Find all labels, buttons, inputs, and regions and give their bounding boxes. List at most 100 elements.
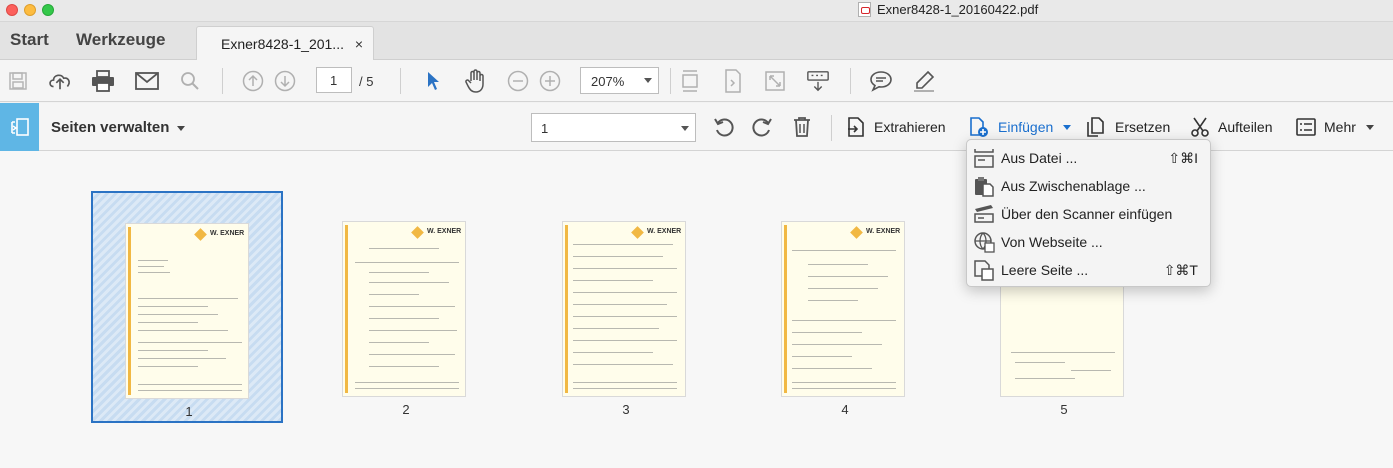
- split-button[interactable]: Aufteilen: [1190, 115, 1272, 139]
- text-line: [138, 384, 242, 385]
- minimize-window-button[interactable]: [24, 4, 36, 16]
- insert-page-icon: [970, 117, 988, 137]
- previous-page-icon[interactable]: [241, 69, 265, 93]
- text-line: [573, 244, 673, 245]
- page-logo-text: W. EXNER: [866, 228, 901, 235]
- organize-pages-title[interactable]: Seiten verwalten: [51, 119, 186, 136]
- text-line: [138, 272, 170, 273]
- text-line: [792, 368, 872, 369]
- organize-pages-title-text: Seiten verwalten: [51, 119, 170, 136]
- text-line: [792, 320, 896, 321]
- text-line: [355, 382, 459, 383]
- cloud-upload-icon[interactable]: [48, 69, 72, 93]
- text-line: [138, 314, 218, 315]
- text-line: [138, 266, 164, 267]
- menu-item-from-clipboard[interactable]: Aus Zwischenablage ...: [967, 172, 1210, 200]
- insert-button[interactable]: Einfügen: [968, 115, 1072, 139]
- email-icon[interactable]: [135, 69, 159, 93]
- extract-button[interactable]: Extrahieren: [846, 115, 946, 139]
- organize-pages-tool-button[interactable]: [0, 103, 39, 151]
- zoom-window-button[interactable]: [42, 4, 54, 16]
- page-accent-strip: [784, 225, 787, 393]
- rotate-right-icon[interactable]: [750, 115, 774, 139]
- page-logo-text: W. EXNER: [647, 228, 682, 235]
- more-button[interactable]: Mehr: [1296, 115, 1374, 139]
- page-range-value: 1: [541, 121, 549, 136]
- delete-page-icon[interactable]: [790, 115, 814, 139]
- text-line: [369, 306, 455, 307]
- text-line: [792, 382, 896, 383]
- window-title: Exner8428-1_20160422.pdf: [858, 2, 1038, 17]
- highlight-pen-icon[interactable]: [912, 69, 936, 93]
- tab-document[interactable]: Exner8428-1_201... ×: [196, 26, 374, 61]
- full-screen-icon[interactable]: [763, 69, 787, 93]
- next-page-icon[interactable]: [273, 69, 297, 93]
- globe-icon: [972, 231, 996, 253]
- text-line: [1011, 352, 1115, 353]
- text-line: [808, 288, 878, 289]
- rotate-view-icon[interactable]: [721, 69, 745, 93]
- menu-item-blank-page[interactable]: Leere Seite ... ⇧⌘T: [967, 256, 1210, 284]
- page-preview: W. EXNER: [342, 221, 466, 397]
- save-icon[interactable]: [6, 69, 30, 93]
- comment-icon[interactable]: [869, 69, 893, 93]
- menu-item-from-scanner[interactable]: Über den Scanner einfügen: [967, 200, 1210, 228]
- text-line: [808, 300, 858, 301]
- text-line: [355, 388, 459, 389]
- text-line: [138, 390, 242, 391]
- text-line: [369, 342, 429, 343]
- print-icon[interactable]: [91, 69, 115, 93]
- tab-start[interactable]: Start: [10, 30, 49, 50]
- search-icon[interactable]: [178, 69, 202, 93]
- text-line: [355, 262, 459, 263]
- page-thumbnail[interactable]: W. EXNER 1: [91, 191, 283, 423]
- close-window-button[interactable]: [6, 4, 18, 16]
- menu-item-from-file[interactable]: Aus Datei ... ⇧⌘I: [967, 144, 1210, 172]
- page-number-input[interactable]: 1: [316, 67, 352, 93]
- file-insert-icon: [972, 147, 996, 169]
- document-tab-label: Exner8428-1_201...: [221, 36, 344, 52]
- page-thumbnail[interactable]: W. EXNER 3: [530, 191, 722, 423]
- zoom-select[interactable]: 207%: [580, 67, 659, 94]
- tab-tools[interactable]: Werkzeuge: [76, 30, 165, 50]
- text-line: [792, 388, 896, 389]
- text-line: [138, 260, 168, 261]
- scanner-icon: [972, 203, 996, 225]
- replace-label: Ersetzen: [1115, 119, 1171, 135]
- text-line: [792, 356, 852, 357]
- keyboard-scroll-icon[interactable]: [806, 69, 830, 93]
- page-logo-text: W. EXNER: [427, 228, 462, 235]
- page-thumbnail[interactable]: W. EXNER 4: [749, 191, 941, 423]
- page-range-select[interactable]: 1: [531, 113, 696, 142]
- clipboard-icon: [972, 175, 996, 197]
- page-accent-strip: [345, 225, 348, 393]
- toolbar-divider: [400, 68, 401, 94]
- text-line: [573, 364, 673, 365]
- text-line: [573, 352, 653, 353]
- page-thumbnail[interactable]: W. EXNER 2: [310, 191, 502, 423]
- replace-button[interactable]: Ersetzen: [1085, 115, 1170, 139]
- chevron-down-icon: [681, 126, 689, 131]
- text-line: [138, 366, 198, 367]
- page-accent-strip: [565, 225, 568, 393]
- text-line: [138, 358, 226, 359]
- page-preview: W. EXNER: [125, 223, 249, 399]
- extract-label: Extrahieren: [874, 119, 946, 135]
- organize-pages-icon: [10, 118, 29, 136]
- more-list-icon: [1296, 118, 1316, 136]
- rotate-left-icon[interactable]: [712, 115, 736, 139]
- text-line: [573, 256, 663, 257]
- text-line: [369, 366, 439, 367]
- menu-item-label: Von Webseite ...: [1001, 234, 1103, 250]
- blank-page-icon: [972, 259, 996, 281]
- text-line: [138, 306, 208, 307]
- menu-item-from-webpage[interactable]: Von Webseite ...: [967, 228, 1210, 256]
- close-tab-icon[interactable]: ×: [355, 36, 363, 52]
- select-cursor-icon[interactable]: [421, 69, 445, 93]
- fit-page-icon[interactable]: [678, 69, 702, 93]
- text-line: [573, 340, 677, 341]
- zoom-in-icon[interactable]: [538, 69, 562, 93]
- zoom-out-icon[interactable]: [506, 69, 530, 93]
- hand-tool-icon[interactable]: [463, 69, 487, 93]
- company-logo-icon: [631, 226, 644, 239]
